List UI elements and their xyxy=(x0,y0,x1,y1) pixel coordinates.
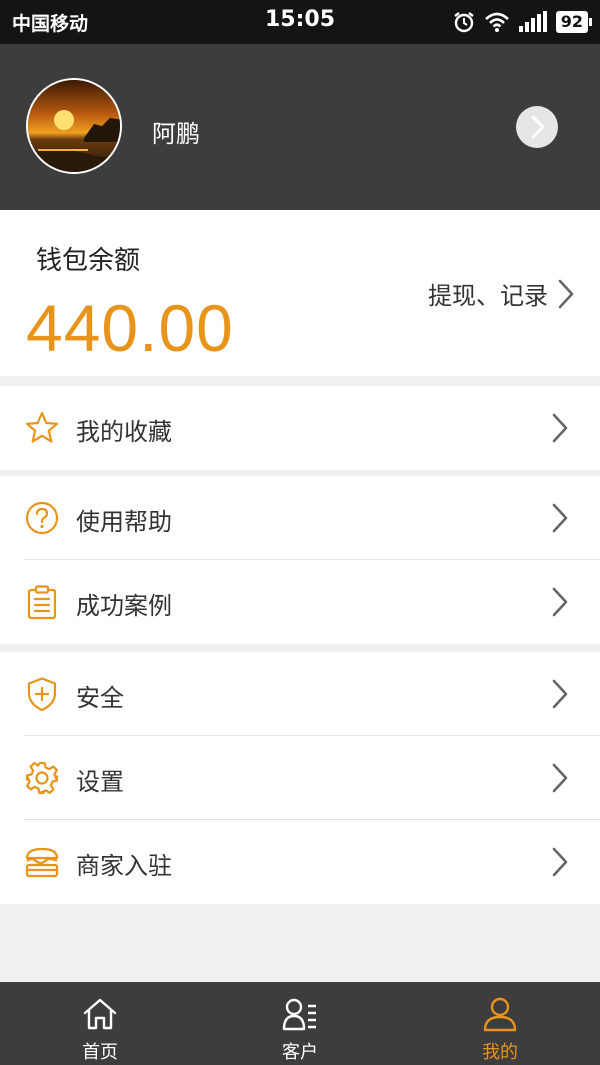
menu-group-2: 使用帮助 成功案例 xyxy=(0,476,600,644)
menu-label: 使用帮助 xyxy=(76,508,172,536)
chevron-right-icon xyxy=(552,503,568,533)
menu-item-cases[interactable]: 成功案例 xyxy=(0,560,600,644)
tab-label: 我的 xyxy=(482,1042,518,1063)
question-icon xyxy=(25,501,59,535)
wallet-card: 钱包余额 440.00 提现、记录 xyxy=(0,210,600,376)
signal-icon xyxy=(518,11,547,32)
chevron-right-icon xyxy=(552,413,568,443)
tab-clients[interactable]: 客户 xyxy=(200,982,400,1065)
chevron-right-icon xyxy=(558,279,574,308)
wallet-title: 钱包余额 xyxy=(36,246,141,276)
profile-header[interactable]: 阿鹏 xyxy=(0,44,600,210)
withdraw-records-label: 提现、记录 xyxy=(428,282,548,310)
menu-item-favorites[interactable]: 我的收藏 xyxy=(0,386,600,470)
user-icon xyxy=(483,997,517,1032)
shop-icon xyxy=(25,847,59,878)
avatar[interactable] xyxy=(26,78,122,174)
chevron-right-icon xyxy=(552,763,568,793)
profile-detail-button[interactable] xyxy=(516,106,558,148)
contacts-icon xyxy=(282,998,316,1031)
chevron-right-icon xyxy=(552,679,568,709)
battery-icon: 92 xyxy=(555,11,592,33)
menu-label: 商家入驻 xyxy=(76,852,172,880)
chevron-right-icon xyxy=(552,847,568,877)
bottom-tab-bar: 首页 客户 我的 xyxy=(0,982,600,1065)
menu-group-3: 安全 设置 商家入驻 xyxy=(0,652,600,904)
tab-mine[interactable]: 我的 xyxy=(400,982,600,1065)
menu-label: 成功案例 xyxy=(76,592,172,620)
star-icon xyxy=(25,411,59,443)
chevron-right-icon xyxy=(552,587,568,617)
tab-label: 首页 xyxy=(82,1042,118,1063)
battery-level: 92 xyxy=(555,11,588,33)
home-icon xyxy=(83,998,117,1030)
menu-label: 安全 xyxy=(76,684,124,712)
tab-home[interactable]: 首页 xyxy=(0,982,200,1065)
menu-group-1: 我的收藏 xyxy=(0,386,600,470)
status-icons: 92 xyxy=(452,8,592,36)
wallet-amount: 440.00 xyxy=(26,291,234,365)
gear-icon xyxy=(25,761,59,795)
menu-item-merchant[interactable]: 商家入驻 xyxy=(0,820,600,904)
menu-item-security[interactable]: 安全 xyxy=(0,652,600,736)
profile-name: 阿鹏 xyxy=(152,120,200,148)
withdraw-records-link[interactable]: 提现、记录 xyxy=(428,276,576,311)
menu-item-settings[interactable]: 设置 xyxy=(0,736,600,820)
chevron-right-icon xyxy=(531,115,545,139)
wifi-icon xyxy=(484,12,509,32)
menu-label: 我的收藏 xyxy=(76,418,172,446)
menu-label: 设置 xyxy=(76,768,124,796)
clipboard-icon xyxy=(27,585,57,620)
status-bar: 中国移动 15:05 92 xyxy=(0,0,600,44)
tab-label: 客户 xyxy=(282,1042,318,1063)
alarm-icon xyxy=(454,12,474,33)
shield-icon xyxy=(27,677,57,712)
menu-item-help[interactable]: 使用帮助 xyxy=(0,476,600,560)
